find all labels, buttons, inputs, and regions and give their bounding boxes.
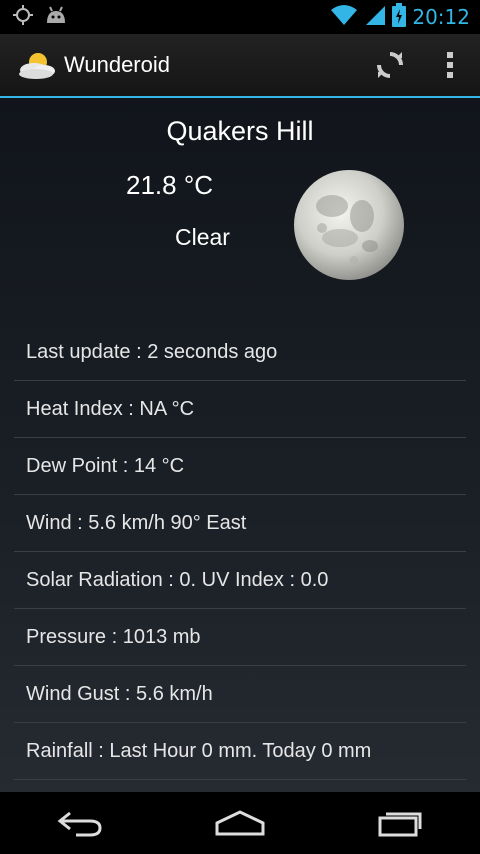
gps-icon [12,4,34,30]
battery-charging-icon [392,3,407,31]
home-button[interactable] [200,792,280,854]
wifi-icon [330,4,358,30]
weather-details-list: Last update : 2 seconds ago Heat Index :… [14,324,466,780]
detail-last-update: Last update : 2 seconds ago [14,324,466,381]
overflow-menu-icon [447,52,453,78]
recent-apps-button[interactable] [360,792,440,854]
overflow-menu-button[interactable] [420,34,480,96]
temperature: 21.8 °C [126,170,214,200]
back-icon [57,811,102,837]
cell-signal-icon [364,4,386,30]
refresh-icon [377,52,403,78]
refresh-button[interactable] [360,34,420,96]
moon-icon [292,168,406,282]
status-bar: 20:12 [0,0,480,34]
detail-rainfall: Rainfall : Last Hour 0 mm. Today 0 mm [14,723,466,780]
android-debug-icon [44,5,68,29]
app-title: Wunderoid [64,52,170,77]
weather-content: Quakers Hill 21.8 °C Clear Last update :… [0,98,480,792]
action-bar: Wunderoid [0,34,480,96]
city-name: Quakers Hill [166,116,314,146]
home-icon [215,810,265,836]
navigation-bar [0,792,480,854]
detail-wind-gust: Wind Gust : 5.6 km/h [14,666,466,723]
detail-solar-radiation: Solar Radiation : 0. UV Index : 0.0 [14,552,466,609]
detail-wind: Wind : 5.6 km/h 90° East [14,495,466,552]
detail-heat-index: Heat Index : NA °C [14,381,466,438]
partly-cloudy-icon[interactable] [16,50,58,80]
condition-text: Clear [175,224,230,250]
status-time: 20:12 [412,5,470,29]
detail-pressure: Pressure : 1013 mb [14,609,466,666]
detail-dew-point: Dew Point : 14 °C [14,438,466,495]
back-button[interactable] [40,792,120,854]
recent-apps-icon [378,812,422,837]
